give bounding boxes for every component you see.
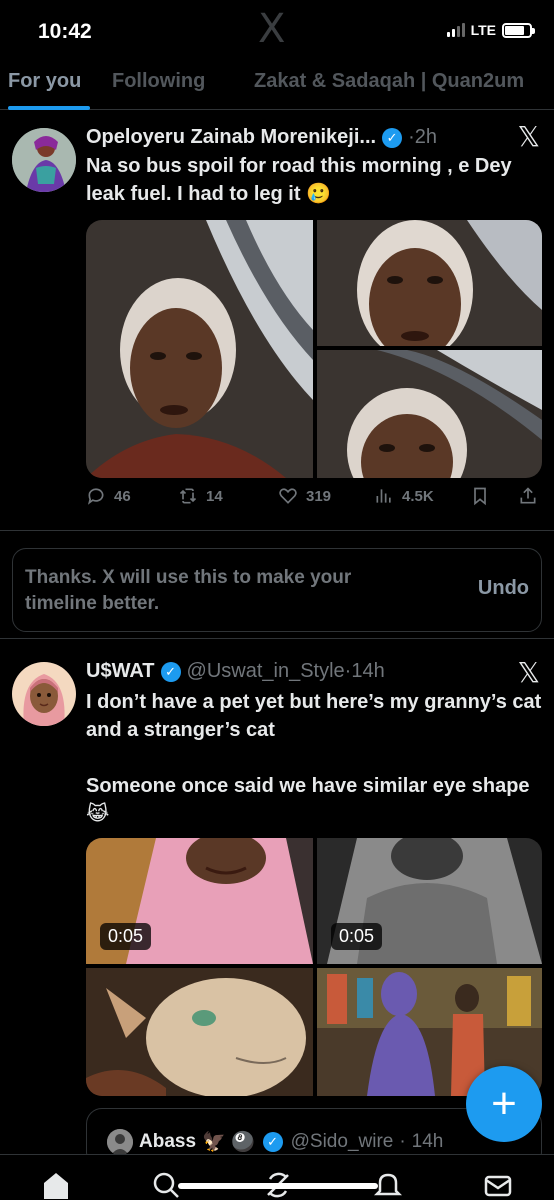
bookmark-icon bbox=[474, 487, 486, 506]
user-handle[interactable]: @Uswat_in_Style bbox=[187, 660, 345, 683]
share-button[interactable] bbox=[518, 486, 538, 506]
tweet-actions: 46 14 319 4.5K bbox=[86, 486, 542, 516]
x-grok-icon[interactable]: 𝕏 bbox=[517, 656, 540, 689]
display-name[interactable]: U$WAT bbox=[86, 660, 155, 683]
network-label: LTE bbox=[470, 22, 496, 38]
verified-badge-icon: ✓ bbox=[262, 1132, 283, 1152]
signal-icon bbox=[446, 23, 465, 37]
name-emoji: 🦅 🎱 bbox=[202, 1132, 255, 1153]
tweet-opeloyeru[interactable]: Opeloyeru Zainab Morenikeji... ✓ · 2h 𝕏 … bbox=[0, 112, 554, 532]
home-icon[interactable] bbox=[40, 1169, 72, 1200]
active-tab-indicator bbox=[8, 106, 90, 110]
status-bar: 10:42 X LTE bbox=[0, 0, 554, 60]
home-indicator[interactable] bbox=[178, 1183, 378, 1189]
tweet-text: I don’t have a pet yet but here’s my gra… bbox=[86, 691, 542, 825]
share-icon bbox=[520, 487, 536, 504]
media-photo-2[interactable] bbox=[317, 220, 542, 346]
tweet-time-separator: · bbox=[399, 1131, 406, 1152]
user-handle[interactable]: @Sido_wire bbox=[291, 1131, 394, 1153]
status-indicators: LTE bbox=[446, 22, 535, 38]
tweet-uswat[interactable]: U$WAT ✓ @Uswat_in_Style · 14h 𝕏 I don’t … bbox=[0, 640, 554, 1154]
tweet-time[interactable]: 14h bbox=[351, 660, 384, 683]
bookmark-button[interactable] bbox=[470, 486, 490, 506]
tweet-header: U$WAT ✓ @Uswat_in_Style · 14h bbox=[86, 660, 385, 683]
tweet-time-separator: · bbox=[408, 126, 415, 148]
tab-following[interactable]: Following bbox=[112, 70, 205, 93]
media-grid: 0:05 0:05 bbox=[86, 838, 542, 1096]
reply-icon bbox=[87, 488, 104, 505]
avatar[interactable] bbox=[107, 1129, 133, 1155]
divider bbox=[0, 530, 554, 531]
avatar[interactable] bbox=[12, 128, 76, 192]
media-grid bbox=[86, 220, 542, 478]
video-duration-badge: 0:05 bbox=[331, 923, 383, 950]
quoted-tweet-header: Abass 🦅 🎱 ✓ @Sido_wire · 14h bbox=[107, 1129, 443, 1155]
x-logo-icon: X bbox=[258, 6, 286, 52]
media-photo-1[interactable] bbox=[86, 220, 313, 478]
views-chart-icon bbox=[376, 489, 391, 503]
display-name[interactable]: Opeloyeru Zainab Morenikeji... bbox=[86, 126, 376, 149]
avatar[interactable] bbox=[12, 662, 76, 726]
reply-button[interactable]: 46 bbox=[86, 486, 131, 506]
tweet-header: Opeloyeru Zainab Morenikeji... ✓ · 2h bbox=[86, 126, 437, 149]
like-button[interactable]: 319 bbox=[278, 486, 331, 506]
media-video-1[interactable]: 0:05 bbox=[86, 838, 313, 964]
bottom-nav bbox=[0, 1154, 554, 1200]
messages-envelope-icon[interactable] bbox=[482, 1169, 514, 1200]
feedback-notice-text: Thanks. X will use this to make your tim… bbox=[25, 567, 352, 614]
heart-icon bbox=[279, 488, 297, 504]
tweet-time[interactable]: 14h bbox=[412, 1131, 444, 1153]
media-photo-3[interactable] bbox=[317, 350, 542, 478]
plus-icon: + bbox=[491, 1079, 517, 1128]
tweet-text: Na so bus spoil for road this morning , … bbox=[86, 155, 518, 205]
divider bbox=[0, 638, 554, 639]
feedback-notice: Thanks. X will use this to make your tim… bbox=[12, 548, 542, 632]
video-duration-badge: 0:05 bbox=[100, 923, 152, 950]
tweet-time-separator: · bbox=[344, 660, 352, 682]
battery-icon bbox=[502, 22, 535, 38]
repost-count: 14 bbox=[206, 487, 223, 505]
x-grok-icon[interactable]: 𝕏 bbox=[517, 120, 540, 153]
display-name[interactable]: Abass bbox=[139, 1131, 196, 1153]
tab-for-you[interactable]: For you bbox=[8, 70, 81, 93]
verified-badge-icon: ✓ bbox=[160, 661, 181, 682]
compose-button[interactable]: + bbox=[466, 1066, 542, 1142]
views-count: 4.5K bbox=[402, 487, 434, 505]
reply-count: 46 bbox=[114, 487, 131, 505]
status-time: 10:42 bbox=[38, 20, 92, 43]
tab-zakat-sadaqah[interactable]: Zakat & Sadaqah | Quan2um bbox=[254, 70, 524, 93]
media-cat-photo[interactable] bbox=[86, 968, 313, 1096]
undo-button[interactable]: Undo bbox=[478, 577, 529, 600]
views-button[interactable]: 4.5K bbox=[374, 486, 434, 506]
repost-icon bbox=[179, 488, 197, 504]
tweet-time[interactable]: 2h bbox=[415, 126, 437, 149]
repost-button[interactable]: 14 bbox=[178, 486, 223, 506]
like-count: 319 bbox=[306, 487, 332, 505]
media-video-2[interactable]: 0:05 bbox=[317, 838, 542, 964]
timeline-tabs: For you Following Zakat & Sadaqah | Quan… bbox=[0, 62, 554, 110]
verified-badge-icon: ✓ bbox=[382, 127, 403, 148]
